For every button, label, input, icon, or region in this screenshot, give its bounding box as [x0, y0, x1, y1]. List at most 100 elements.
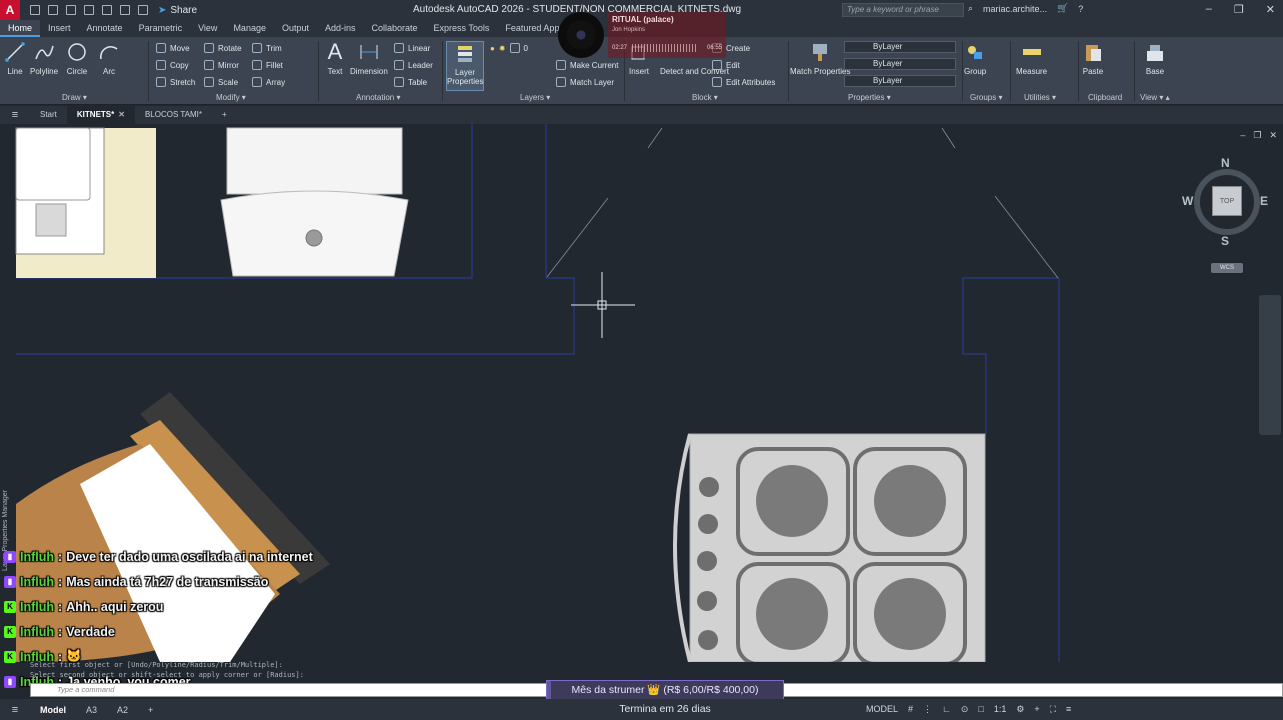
block-panel-title[interactable]: Block ▾ [692, 93, 718, 102]
tab-view[interactable]: View [190, 20, 225, 37]
tab-output[interactable]: Output [274, 20, 317, 37]
dimension-tool[interactable]: Dimension [350, 41, 388, 76]
settings-icon[interactable]: ⚙ [1016, 704, 1024, 715]
detect-convert-tool[interactable]: Detect and Convert [660, 67, 729, 76]
model-space-toggle[interactable]: MODEL [866, 704, 898, 715]
maximize-icon[interactable]: ❐ [1234, 3, 1244, 16]
user-account[interactable]: mariac.archite... [983, 4, 1047, 14]
tab-kitnets[interactable]: KITNETS* ✕ [66, 106, 135, 124]
lineweight-dropdown[interactable]: ByLayer [844, 75, 956, 87]
stretch-tool[interactable]: Stretch [156, 77, 195, 87]
grid-icon[interactable]: # [908, 704, 913, 715]
compass-east[interactable]: E [1260, 194, 1268, 208]
match-properties-tool[interactable]: Match Properties [790, 41, 850, 76]
polyline-tool[interactable]: Polyline [30, 41, 58, 76]
polar-icon[interactable]: ⊙ [961, 704, 969, 715]
customize-icon[interactable]: ≡ [1066, 704, 1071, 715]
group-tool[interactable]: Group [964, 41, 986, 76]
print-icon[interactable] [102, 5, 112, 15]
minimize-viewport-icon[interactable]: – [1240, 130, 1245, 141]
groups-panel-title[interactable]: Groups ▾ [970, 93, 1002, 102]
clipboard-panel-title[interactable]: Clipboard [1088, 93, 1122, 102]
scale-tool[interactable]: Scale [204, 77, 238, 87]
base-view-tool[interactable]: Base [1144, 41, 1166, 76]
compass-west[interactable]: W [1182, 194, 1193, 208]
layout-menu-icon[interactable]: ≡ [0, 704, 30, 716]
tab-collaborate[interactable]: Collaborate [364, 20, 426, 37]
tab-insert[interactable]: Insert [40, 20, 79, 37]
tab-annotate[interactable]: Annotate [79, 20, 131, 37]
tab-express-tools[interactable]: Express Tools [426, 20, 498, 37]
paste-tool[interactable]: Paste [1082, 41, 1104, 76]
circle-tool[interactable]: Circle [66, 41, 88, 76]
search-input[interactable]: Type a keyword or phrase [842, 3, 964, 17]
rotate-tool[interactable]: Rotate [204, 43, 242, 53]
ortho-icon[interactable]: ∟ [942, 704, 951, 715]
hamburger-menu-icon[interactable]: ≡ [0, 109, 30, 121]
current-layer-dropdown[interactable]: ● ✹ 0 [490, 43, 528, 53]
undo-icon[interactable] [120, 5, 130, 15]
osnap-icon[interactable]: □ [978, 704, 983, 715]
fullscreen-icon[interactable]: ⛶ [1050, 704, 1056, 715]
restore-viewport-icon[interactable]: ❐ [1253, 130, 1261, 141]
tab-parametric[interactable]: Parametric [131, 20, 191, 37]
app-menu-button[interactable]: A [0, 0, 20, 20]
tab-model[interactable]: Model [30, 705, 76, 715]
edit-attributes-tool[interactable]: Edit Attributes [712, 77, 775, 87]
fillet-tool[interactable]: Fillet [252, 60, 283, 70]
new-icon[interactable] [30, 5, 40, 15]
layers-panel-title[interactable]: Layers ▾ [520, 93, 550, 102]
navigation-bar[interactable] [1259, 295, 1281, 435]
text-tool[interactable]: A Text [324, 41, 346, 77]
minimize-icon[interactable]: – [1206, 3, 1212, 16]
line-tool[interactable]: Line [4, 41, 26, 76]
linetype-dropdown[interactable]: ByLayer [844, 58, 956, 70]
view-panel-title[interactable]: View ▾ ▴ [1140, 93, 1170, 102]
tab-home[interactable]: Home [0, 20, 41, 37]
tab-a3[interactable]: A3 [76, 705, 107, 715]
leader-tool[interactable]: Leader [394, 60, 433, 70]
array-tool[interactable]: Array [252, 77, 285, 87]
close-tab-icon[interactable]: ✕ [118, 110, 125, 119]
help-icon[interactable]: ? [1078, 4, 1083, 14]
trim-tool[interactable]: Trim [252, 43, 282, 53]
color-dropdown[interactable]: ByLayer [844, 41, 956, 53]
tab-blocos-tami[interactable]: BLOCOS TAMI* [135, 106, 212, 124]
viewcube-top-face[interactable]: TOP [1212, 186, 1242, 216]
compass-north[interactable]: N [1221, 156, 1230, 170]
close-viewport-icon[interactable]: ✕ [1269, 130, 1277, 141]
tab-manage[interactable]: Manage [225, 20, 274, 37]
draw-panel-title[interactable]: Draw ▾ [62, 93, 87, 102]
arc-tool[interactable]: Arc [98, 41, 120, 76]
compass-south[interactable]: S [1221, 234, 1229, 248]
share-button[interactable]: ➤ Share [158, 5, 197, 16]
redo-icon[interactable] [138, 5, 148, 15]
wcs-menu[interactable]: WCS [1211, 263, 1243, 273]
move-tool[interactable]: Move [156, 43, 190, 53]
open-icon[interactable] [48, 5, 58, 15]
annotation-panel-title[interactable]: Annotation ▾ [356, 93, 401, 102]
measure-tool[interactable]: Measure [1016, 41, 1047, 76]
new-tab-button[interactable]: + [212, 106, 237, 124]
make-current-tool[interactable]: Make Current [556, 60, 618, 70]
close-icon[interactable]: ✕ [1266, 3, 1275, 16]
copy-tool[interactable]: Copy [156, 60, 189, 70]
cart-icon[interactable]: 🛒 [1057, 3, 1068, 14]
annotation-scale[interactable]: 1:1 [994, 704, 1007, 715]
modify-panel-title[interactable]: Modify ▾ [216, 93, 246, 102]
add-layout-button[interactable]: + [138, 705, 163, 715]
match-layer-tool[interactable]: Match Layer [556, 77, 614, 87]
snap-icon[interactable]: ⋮ [923, 704, 932, 715]
plus-icon[interactable]: + [1034, 704, 1039, 715]
save-icon[interactable] [66, 5, 76, 15]
tab-start[interactable]: Start [30, 106, 67, 124]
search-icon[interactable]: ⌕ [968, 3, 973, 14]
tab-add-ins[interactable]: Add-ins [317, 20, 364, 37]
mirror-tool[interactable]: Mirror [204, 60, 239, 70]
saveas-icon[interactable] [84, 5, 94, 15]
tab-a2[interactable]: A2 [107, 705, 138, 715]
properties-panel-title[interactable]: Properties ▾ [848, 93, 891, 102]
utilities-panel-title[interactable]: Utilities ▾ [1024, 93, 1056, 102]
table-tool[interactable]: Table [394, 77, 427, 87]
layer-properties-tool[interactable]: Layer Properties [446, 41, 484, 91]
